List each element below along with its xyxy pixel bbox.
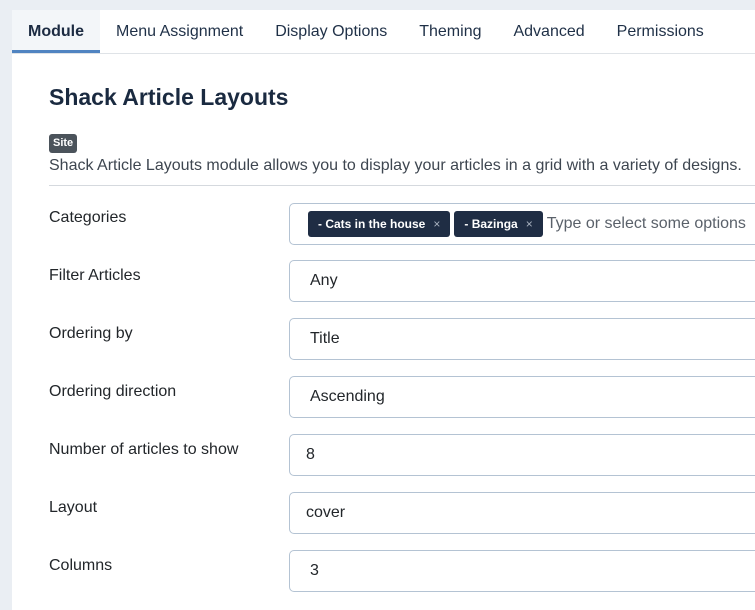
categories-row: Categories - Cats in the house × - Bazin… [49, 203, 755, 245]
ordering-direction-value: Ascending [310, 388, 385, 405]
chip-label: - Bazinga [464, 217, 518, 231]
layout-input[interactable]: cover [289, 492, 755, 534]
number-of-articles-row: Number of articles to show 8 [49, 434, 755, 476]
categories-search-input[interactable]: Type or select some options [547, 215, 746, 233]
filter-articles-label: Filter Articles [49, 267, 141, 284]
module-edit-card: Module Menu Assignment Display Options T… [12, 10, 755, 610]
categories-label: Categories [49, 209, 127, 226]
ordering-direction-select[interactable]: Ascending [289, 376, 755, 418]
number-of-articles-value: 8 [306, 446, 315, 463]
ordering-by-row: Ordering by Title [49, 318, 755, 360]
layout-label: Layout [49, 499, 98, 516]
tab-permissions[interactable]: Permissions [601, 10, 720, 53]
divider [49, 185, 755, 186]
layout-value: cover [306, 504, 346, 521]
site-badge: Site [49, 134, 78, 153]
columns-select[interactable]: 3 [289, 550, 755, 592]
ordering-by-label: Ordering by [49, 325, 133, 342]
ordering-direction-label: Ordering direction [49, 383, 177, 400]
ordering-by-value: Title [310, 330, 340, 347]
remove-chip-icon[interactable]: × [526, 211, 533, 237]
remove-chip-icon[interactable]: × [433, 211, 440, 237]
columns-value: 3 [310, 562, 319, 579]
columns-label: Columns [49, 557, 113, 574]
filter-articles-select[interactable]: Any [289, 260, 755, 302]
tab-display-options[interactable]: Display Options [259, 10, 403, 53]
category-chip: - Bazinga × [454, 211, 543, 237]
number-of-articles-input[interactable]: 8 [289, 434, 755, 476]
tab-theming[interactable]: Theming [403, 10, 497, 53]
columns-row: Columns 3 [49, 550, 755, 592]
chip-label: - Cats in the house [318, 217, 426, 231]
layout-row: Layout cover [49, 492, 755, 534]
categories-multiselect[interactable]: - Cats in the house × - Bazinga × Type o… [289, 203, 755, 245]
filter-articles-value: Any [310, 272, 338, 289]
filter-articles-row: Filter Articles Any [49, 260, 755, 302]
tab-module[interactable]: Module [12, 10, 100, 53]
category-chip: - Cats in the house × [308, 211, 451, 237]
ordering-by-select[interactable]: Title [289, 318, 755, 360]
number-of-articles-label: Number of articles to show [49, 441, 239, 458]
ordering-direction-row: Ordering direction Ascending [49, 376, 755, 418]
tab-menu-assignment[interactable]: Menu Assignment [100, 10, 259, 53]
module-title: Shack Article Layouts [49, 84, 289, 110]
tab-bar: Module Menu Assignment Display Options T… [12, 10, 755, 54]
tab-advanced[interactable]: Advanced [497, 10, 600, 53]
module-description: Shack Article Layouts module allows you … [49, 157, 742, 174]
